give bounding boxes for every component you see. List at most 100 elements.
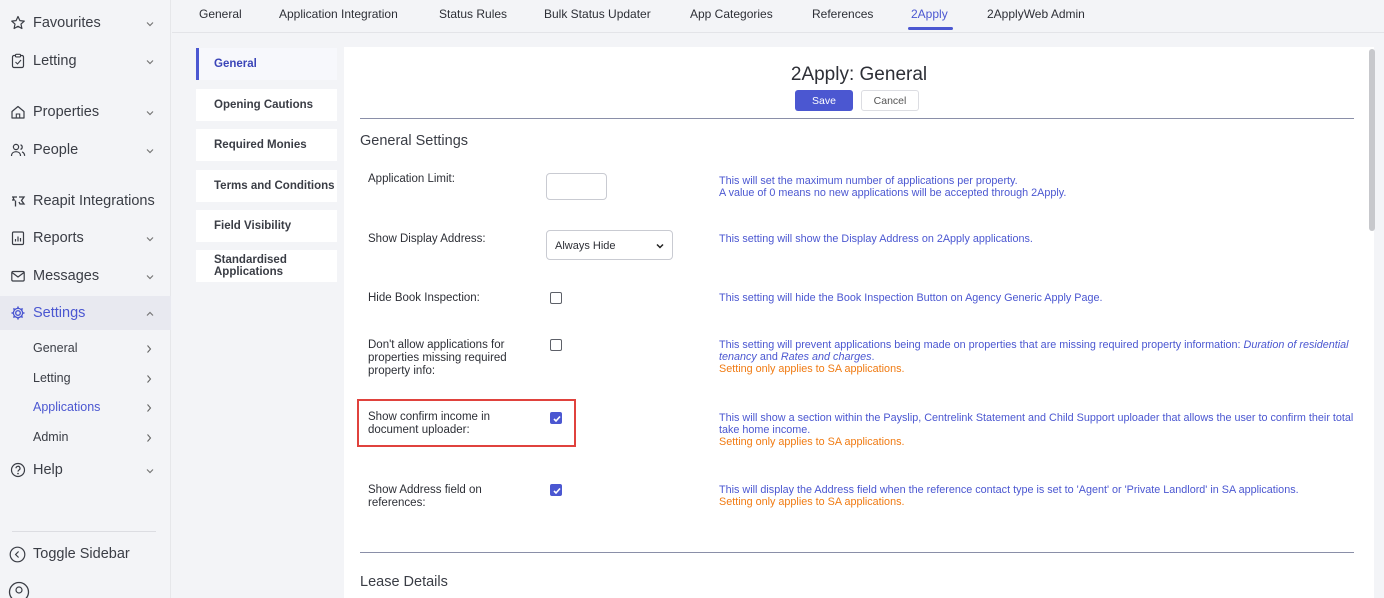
tab-status-rules[interactable]: Status Rules xyxy=(439,7,507,31)
chevron-left-circle-icon xyxy=(9,546,26,563)
submenu-item-required-monies[interactable]: Required Monies xyxy=(196,129,337,161)
tab-application-integration[interactable]: Application Integration xyxy=(279,7,398,31)
sidebar-item-label: Properties xyxy=(33,104,100,120)
section-title-general-settings: General Settings xyxy=(360,133,469,149)
chevron-down-icon xyxy=(145,144,155,160)
sidebar-item-label: Reports xyxy=(33,230,84,246)
sidebar-item-label: Favourites xyxy=(33,15,101,31)
confirm-income-description: This will show a section within the Pays… xyxy=(719,412,1355,448)
show-display-address-label: Show Display Address: xyxy=(368,233,486,245)
application-limit-description: This will set the maximum number of appl… xyxy=(719,175,1355,199)
sidebar-item-favourites[interactable]: Favourites xyxy=(0,6,171,40)
mail-icon xyxy=(9,268,26,285)
chevron-down-icon xyxy=(145,232,155,248)
sidebar-item-letting[interactable]: Letting xyxy=(0,44,171,78)
user-avatar-icon[interactable] xyxy=(8,581,30,598)
toggle-sidebar-label: Toggle Sidebar xyxy=(33,546,130,562)
address-field-references-label: Show Address field on references: xyxy=(368,484,482,509)
chevron-right-icon xyxy=(145,432,153,446)
sidebar-sub-item-applications[interactable]: Applications xyxy=(33,397,163,417)
chevron-down-icon xyxy=(145,464,155,480)
tab-bulk-status-updater[interactable]: Bulk Status Updater xyxy=(544,7,651,31)
missing-property-info-label: Don't allow applications for properties … xyxy=(368,339,507,377)
submenu-item-terms-and-conditions[interactable]: Terms and Conditions xyxy=(196,170,337,202)
address-field-references-description: This will display the Address field when… xyxy=(719,484,1319,508)
toggle-sidebar-button[interactable]: Toggle Sidebar xyxy=(0,537,171,571)
sidebar-item-label: Reapit Integrations xyxy=(33,193,155,209)
submenu-item-field-visibility[interactable]: Field Visibility xyxy=(196,210,337,242)
checkmark-icon xyxy=(553,415,561,423)
sidebar-sub-item-admin[interactable]: Admin xyxy=(33,427,163,447)
chevron-down-icon xyxy=(145,106,155,122)
tab-app-categories[interactable]: App Categories xyxy=(690,7,773,31)
show-display-address-select[interactable]: Always Hide xyxy=(546,230,673,260)
sidebar-item-properties[interactable]: Properties xyxy=(0,95,171,129)
checkmark-icon xyxy=(553,487,561,495)
description-emphasis: and xyxy=(759,351,778,363)
tab-general[interactable]: General xyxy=(199,7,242,31)
star-icon xyxy=(9,15,26,32)
description-text: . xyxy=(871,351,875,363)
cancel-button[interactable]: Cancel xyxy=(861,90,919,111)
select-value: Always Hide xyxy=(555,240,616,252)
clipboard-icon xyxy=(9,53,26,70)
submenu-item-opening-cautions[interactable]: Opening Cautions xyxy=(196,89,337,121)
integration-icon xyxy=(9,193,26,210)
gear-icon xyxy=(9,305,26,322)
sidebar-sub-item-general[interactable]: General xyxy=(33,338,163,358)
chevron-right-icon xyxy=(145,402,153,416)
address-field-references-checkbox[interactable] xyxy=(550,484,562,496)
hide-book-inspection-label: Hide Book Inspection: xyxy=(368,292,480,304)
sidebar: Favourites Letting Properties People Rea… xyxy=(0,0,171,598)
sidebar-item-reports[interactable]: Reports xyxy=(0,221,171,255)
chevron-right-icon xyxy=(145,373,153,387)
settings-panel xyxy=(344,47,1374,598)
sa-only-note: Setting only applies to SA applications. xyxy=(719,363,905,375)
divider xyxy=(360,552,1354,553)
submenu-item-standardised-applications[interactable]: Standardised Applications xyxy=(196,250,337,282)
application-limit-input[interactable] xyxy=(546,173,607,200)
sa-only-note: Setting only applies to SA applications. xyxy=(719,496,905,508)
description-emphasis: Rates and charges xyxy=(780,351,872,363)
chevron-right-icon xyxy=(145,343,153,357)
sidebar-sub-item-label: Applications xyxy=(33,400,101,414)
sidebar-item-messages[interactable]: Messages xyxy=(0,259,171,293)
confirm-income-label: Show confirm income in document uploader… xyxy=(368,411,491,436)
description-text: This will show a section within the Pays… xyxy=(719,412,1354,436)
sidebar-sub-item-label: Letting xyxy=(33,371,71,385)
sidebar-item-reapit-integrations[interactable]: Reapit Integrations xyxy=(0,184,171,218)
home-icon xyxy=(9,104,26,121)
save-button[interactable]: Save xyxy=(795,90,853,111)
people-icon xyxy=(9,142,26,159)
sidebar-item-settings[interactable]: Settings xyxy=(0,296,171,330)
sa-only-note: Setting only applies to SA applications. xyxy=(719,436,905,448)
sidebar-sub-item-letting[interactable]: Letting xyxy=(33,368,163,388)
sidebar-item-people[interactable]: People xyxy=(0,133,171,167)
divider xyxy=(360,118,1354,119)
sidebar-item-label: People xyxy=(33,142,79,158)
section-title-lease-details: Lease Details xyxy=(360,574,448,590)
description-text: This setting will prevent applications b… xyxy=(719,339,1241,351)
chevron-down-icon xyxy=(145,55,155,71)
show-display-address-description: This setting will show the Display Addre… xyxy=(719,233,1033,245)
sidebar-sub-item-label: General xyxy=(33,341,78,355)
sidebar-item-label: Help xyxy=(33,462,63,478)
description-text: This will display the Address field when… xyxy=(719,484,1299,496)
chevron-down-icon xyxy=(145,17,155,33)
confirm-income-checkbox[interactable] xyxy=(550,412,562,424)
sidebar-divider xyxy=(12,531,156,532)
tab-references[interactable]: References xyxy=(812,7,873,31)
tab-2applyweb-admin[interactable]: 2ApplyWeb Admin xyxy=(987,7,1085,31)
sidebar-item-help[interactable]: Help xyxy=(0,453,171,487)
hide-book-inspection-checkbox[interactable] xyxy=(550,292,562,304)
missing-property-info-checkbox[interactable] xyxy=(550,339,562,351)
report-icon xyxy=(9,230,26,247)
hide-book-inspection-description: This setting will hide the Book Inspecti… xyxy=(719,292,1103,304)
submenu-item-general[interactable]: General xyxy=(196,48,337,80)
application-limit-label: Application Limit: xyxy=(368,173,455,185)
sidebar-item-label: Messages xyxy=(33,268,100,284)
help-icon xyxy=(9,462,26,479)
scrollbar[interactable] xyxy=(1369,49,1375,231)
chevron-down-icon xyxy=(145,270,155,286)
sidebar-item-label: Letting xyxy=(33,53,77,69)
